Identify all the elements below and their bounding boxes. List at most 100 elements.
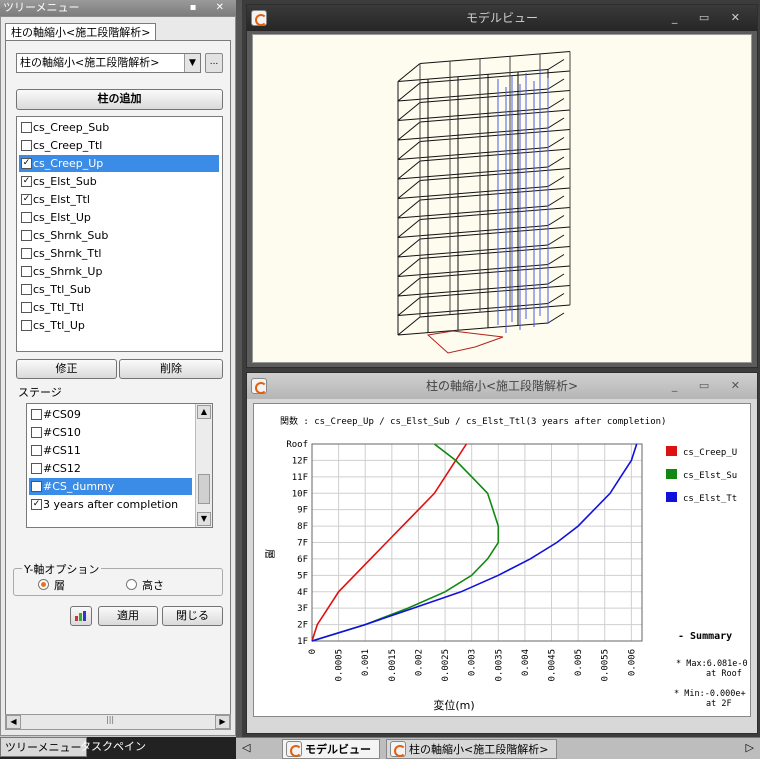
function-item[interactable]: ✓ cs_Elst_Sub <box>19 173 219 190</box>
checkbox[interactable] <box>21 212 32 223</box>
modify-button[interactable]: 修正 <box>16 359 117 379</box>
radio-height-label: 高さ <box>142 579 164 592</box>
frame-member <box>397 160 421 180</box>
function-item[interactable]: cs_Shrnk_Sub <box>19 227 219 244</box>
scroll-down-icon[interactable]: ▼ <box>197 512 211 526</box>
function-item[interactable]: cs_Elst_Up <box>19 209 219 226</box>
tab-scroll-right-icon[interactable]: ▷ <box>746 741 754 754</box>
add-column-button[interactable]: 柱の追加 <box>16 89 223 110</box>
checkbox[interactable] <box>21 320 32 331</box>
radio-height[interactable] <box>126 579 137 590</box>
x-tick-label: 0.0055 <box>601 649 611 682</box>
checkbox[interactable] <box>31 445 42 456</box>
stage-scrollbar[interactable]: ▲ ▼ <box>195 404 212 527</box>
scroll-up-icon[interactable]: ▲ <box>197 405 211 419</box>
scroll-right-icon[interactable]: ▶ <box>215 715 230 729</box>
frame-member <box>397 277 421 297</box>
graph-window: 柱の軸縮小<施工段階解析> _ ▭ ✕ 関数 : cs_Creep_Up / c… <box>246 372 758 734</box>
tab-task-pane[interactable]: タスクペイン <box>76 737 150 757</box>
stage-item[interactable]: #CS_dummy <box>29 478 192 495</box>
legend-swatch-2 <box>666 492 677 502</box>
checkbox[interactable]: ✓ <box>21 194 32 205</box>
apply-button[interactable]: 適用 <box>98 606 158 626</box>
checkbox[interactable] <box>31 409 42 420</box>
x-tick-label: 0.0005 <box>335 649 345 682</box>
checkbox[interactable] <box>21 140 32 151</box>
function-item[interactable]: cs_Ttl_Sub <box>19 281 219 298</box>
checkbox[interactable]: ✓ <box>21 158 32 169</box>
x-tick-label: 0.0035 <box>494 649 504 682</box>
model-canvas[interactable] <box>252 34 752 363</box>
function-item-label: cs_Creep_Sub <box>33 121 110 134</box>
stage-item[interactable]: #CS11 <box>29 442 192 459</box>
frame-member <box>397 238 421 258</box>
tree-menu-header: ツリーメニュー ▪ ✕ <box>0 0 236 16</box>
function-item[interactable]: ✓ cs_Creep_Up <box>19 155 219 172</box>
checkbox[interactable] <box>21 122 32 133</box>
stage-item[interactable]: #CS09 <box>29 406 192 423</box>
function-item[interactable]: cs_Creep_Sub <box>19 119 219 136</box>
frame-member <box>547 234 565 246</box>
window-control-buttons[interactable]: _ ▭ ✕ <box>672 5 749 31</box>
frame-member <box>397 297 421 316</box>
checkbox[interactable]: ✓ <box>31 499 42 510</box>
function-item[interactable]: cs_Creep_Ttl <box>19 137 219 154</box>
x-tick-label: 0.0025 <box>441 649 451 682</box>
frame-member <box>397 121 421 141</box>
checkbox[interactable] <box>21 248 32 259</box>
checkbox[interactable]: ✓ <box>21 176 32 187</box>
tab-model-view[interactable]: モデルビュー <box>282 739 380 759</box>
frame-member <box>397 219 421 238</box>
stage-item[interactable]: #CS12 <box>29 460 192 477</box>
close-button[interactable]: 閉じる <box>162 606 223 626</box>
pin-close-buttons[interactable]: ▪ ✕ <box>190 0 232 16</box>
checkbox[interactable] <box>21 284 32 295</box>
panel-splitter[interactable] <box>236 0 242 737</box>
tree-horizontal-scrollbar[interactable]: ◀ ||| ▶ <box>5 714 231 730</box>
function-item[interactable]: cs_Ttl_Up <box>19 317 219 334</box>
chevron-down-icon[interactable]: ▼ <box>184 54 200 72</box>
checkbox[interactable] <box>21 302 32 313</box>
frame-member <box>547 273 565 285</box>
scroll-left-icon[interactable]: ◀ <box>6 715 21 729</box>
tab-scroll-left-icon[interactable]: ◁ <box>242 741 250 754</box>
graph-window-title: 柱の軸縮小<施工段階解析> <box>425 379 579 393</box>
x-tick-label: 0.006 <box>627 649 637 676</box>
midas-app-icon <box>251 378 267 394</box>
building-frame-model <box>397 51 571 354</box>
function-item[interactable]: ✓ cs_Elst_Ttl <box>19 191 219 208</box>
tree-content: 柱の軸縮小<施工段階解析> ▼ ... 柱の追加 cs_Creep_Sub cs_… <box>5 40 231 716</box>
x-tick-label: 0.0015 <box>388 649 398 682</box>
radio-story[interactable] <box>38 579 49 590</box>
chart-glyph-icon <box>75 611 86 621</box>
function-item-label: cs_Elst_Up <box>33 211 91 224</box>
function-item[interactable]: cs_Ttl_Ttl <box>19 299 219 316</box>
tab-graph[interactable]: 柱の軸縮小<施工段階解析> <box>386 739 558 759</box>
delete-button[interactable]: 削除 <box>119 359 223 379</box>
function-item[interactable]: cs_Shrnk_Up <box>19 263 219 280</box>
stage-item[interactable]: ✓ 3 years after completion <box>29 496 192 513</box>
function-group-select[interactable]: 柱の軸縮小<施工段階解析> ▼ <box>16 53 201 73</box>
x-tick-label: 0.001 <box>361 649 371 676</box>
yaxis-option-label: Y-軸オプション <box>22 561 102 577</box>
chart-icon[interactable] <box>70 606 92 626</box>
stage-list: ▲ ▼ #CS09 #CS10 #CS11 #CS12 #CS_dummy ✓ 3 year… <box>26 403 213 528</box>
tab-tree-menu[interactable]: ツリーメニュー <box>0 737 87 757</box>
checkbox[interactable] <box>31 463 42 474</box>
function-list: cs_Creep_Sub cs_Creep_Ttl ✓ cs_Creep_Up ✓ cs_… <box>16 116 223 352</box>
checkbox[interactable] <box>31 427 42 438</box>
function-item[interactable]: cs_Shrnk_Ttl <box>19 245 219 262</box>
model-view-title: モデルビュー <box>465 11 538 25</box>
stage-item[interactable]: #CS10 <box>29 424 192 441</box>
scroll-thumb[interactable] <box>198 474 210 504</box>
checkbox[interactable] <box>21 266 32 277</box>
radio-story-label: 層 <box>54 579 65 592</box>
checkbox[interactable] <box>21 230 32 241</box>
tree-tab[interactable]: 柱の軸縮小<施工段階解析> <box>5 23 157 41</box>
more-button[interactable]: ... <box>205 53 223 73</box>
checkbox[interactable] <box>31 481 42 492</box>
frame-member <box>419 51 571 64</box>
function-item-label: cs_Ttl_Ttl <box>33 301 84 314</box>
window-control-buttons[interactable]: _ ▭ ✕ <box>672 373 749 399</box>
foundation-outline <box>426 330 504 354</box>
